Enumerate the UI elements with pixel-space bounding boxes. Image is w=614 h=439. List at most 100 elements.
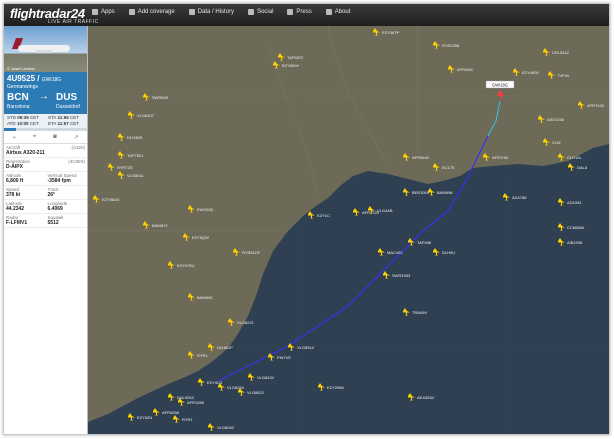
aircraft-type-code: (A320): [71, 145, 85, 150]
flight-times: STD 09:35 CET ATD 10:00 CET STA 11:55 CE…: [4, 114, 87, 128]
nav-label: Social: [257, 9, 274, 15]
aircraft-callsign: DLH9U: [442, 250, 455, 255]
thumbs-up-icon: [248, 9, 255, 15]
nav-label: About: [334, 9, 351, 15]
aircraft-callsign: AFR7426: [587, 103, 605, 108]
aircraft-callsign: BAW96C: [197, 295, 213, 300]
aircraft-photo[interactable]: © Josef Lindner: [4, 26, 87, 72]
megaphone-icon: [287, 9, 294, 15]
aircraft-callsign: EZY2986: [327, 385, 344, 390]
radar-value: F-LFMV1: [6, 220, 28, 226]
aircraft-callsign: VLG8011: [127, 173, 144, 178]
atd-tz: CET: [29, 121, 39, 126]
flight-callsign: GWI18G: [41, 77, 62, 83]
aircraft-callsign: CLH10L: [567, 155, 582, 160]
aircraft-callsign: EZY4C3: [207, 380, 223, 385]
sidebar-toolbar: ⌁ ⌖ ◙ ↗: [4, 131, 87, 144]
brand-tagline: LIVE AIR TRAFFIC: [48, 19, 99, 25]
aircraft-callsign: RYR7ZS: [117, 165, 133, 170]
route-icon[interactable]: ⌁: [12, 134, 16, 141]
aircraft-callsign: AFR9640: [412, 155, 430, 160]
sta-label: STA: [48, 115, 57, 120]
aircraft-callsign: AFR1058: [187, 400, 205, 405]
origin-name: Barcelona: [7, 104, 30, 110]
nav-apps[interactable]: Apps: [92, 9, 115, 15]
nav-label: Apps: [101, 9, 115, 15]
longitude-cell: Longitude 6.4069: [46, 200, 88, 213]
nav-add-coverage[interactable]: Add coverage: [128, 9, 175, 15]
squawk-cell: Squawk 5512: [46, 214, 88, 227]
destination-code[interactable]: DUS: [56, 92, 77, 103]
aircraft-callsign: EZY36TP: [382, 30, 400, 35]
vspeed-cell: Vertical Speed -3584 fpm: [46, 172, 88, 185]
app-window: flightradar24 LIVE AIR TRAFFIC Apps Add …: [3, 3, 610, 435]
longitude-value: 6.4069: [47, 206, 63, 212]
eta-time: 11:57: [57, 121, 69, 126]
aircraft-callsign: CCM56W: [567, 225, 585, 230]
aircraft-callsign: AIB1098: [567, 240, 583, 245]
aircraft-callsign: DLH6UP: [217, 345, 233, 350]
brand-logo[interactable]: flightradar24 LIVE AIR TRAFFIC: [10, 6, 99, 25]
nav-label: Press: [296, 9, 312, 15]
crosshair-icon[interactable]: ⌖: [33, 134, 36, 141]
flight-sidebar: © Josef Lindner 4U9525 / GWI18G Germanwi…: [4, 26, 88, 434]
phone-icon: [92, 9, 98, 15]
nav-label: Add coverage: [137, 9, 175, 15]
nav-press[interactable]: Press: [287, 9, 312, 15]
aircraft-callsign: DAL8: [577, 165, 588, 170]
nav-about[interactable]: About: [325, 9, 351, 15]
aircraft-callsign: VLG8434: [257, 375, 275, 380]
aircraft-callsign: VLG5514: [297, 345, 315, 350]
eta-tz: CET: [69, 121, 79, 126]
info-icon: [325, 9, 332, 15]
nav-social[interactable]: Social: [248, 9, 273, 15]
aircraft-callsign: EZY1C: [317, 213, 330, 218]
camera-icon[interactable]: ◙: [53, 134, 57, 140]
map-canvas[interactable]: EZY36TP RYR2358 TAP5572 EZY8904 AFR2MC CRL541…: [88, 26, 609, 434]
track-cell: Track 26°: [46, 186, 88, 199]
aircraft-value: Airbus A320-211: [6, 150, 45, 156]
registration-code: (3C8E9): [68, 159, 85, 164]
photo-credit: © Josef Lindner: [7, 66, 36, 71]
top-bar: flightradar24 LIVE AIR TRAFFIC Apps Add …: [4, 4, 609, 26]
flight-details: Aircraft (A320) Airbus A320-211 Registra…: [4, 144, 87, 228]
aircraft-callsign: VLG4AB: [377, 208, 393, 213]
altitude-value: 6,800 ft: [6, 178, 24, 184]
aircraft-callsign: TRA069: [412, 310, 427, 315]
selected-aircraft-label: GWI18G: [492, 83, 508, 88]
track-value: 26°: [47, 192, 56, 198]
aircraft-callsign: VLG8264: [227, 385, 245, 390]
registration-cell: Registration (3C8E9) D-AIPX: [4, 158, 87, 171]
std-tz: CET: [30, 115, 40, 120]
aircraft-callsign: EZY5QW: [192, 235, 209, 240]
aircraft-callsign: EWG6IQ: [197, 207, 213, 212]
aircraft-callsign: VLG8622: [247, 390, 265, 395]
aircraft-callsign: EZY8904: [282, 63, 299, 68]
vspeed-value: -3584 fpm: [47, 178, 71, 184]
origin-code[interactable]: BCN: [7, 92, 29, 103]
aircraft-callsign: AFR2MC: [457, 67, 474, 72]
aircraft-body: [18, 45, 70, 53]
aircraft-callsign: AEE1036: [547, 117, 565, 122]
speed-cell: Speed 378 kt: [4, 186, 46, 199]
aircraft-callsign: BAW872: [152, 223, 168, 228]
atd-time: 10:00: [16, 121, 29, 126]
aircraft-callsign: DLH36R: [127, 135, 142, 140]
flight-header: 4U9525 / GWI18G Germanwings BCN → DUS Ba…: [4, 72, 87, 114]
aircraft-callsign: CLM: [552, 140, 560, 145]
sta-time: 11:55: [57, 115, 69, 120]
aircraft-callsign: BAW996: [437, 190, 453, 195]
aircraft-callsign: BER3000: [412, 190, 430, 195]
share-icon[interactable]: ↗: [74, 134, 79, 141]
aircraft-callsign: AZA334: [567, 200, 582, 205]
aircraft-callsign: EZY475U: [177, 263, 194, 268]
speed-value: 378 kt: [6, 192, 21, 198]
aircraft-callsign: TAP5572: [287, 55, 304, 60]
nav-data-history[interactable]: Data / History: [188, 9, 234, 15]
aircraft-callsign: TAP496: [417, 240, 432, 245]
aircraft-callsign: EZY4800: [522, 70, 539, 75]
main-nav: Apps Add coverage Data / History Social …: [92, 9, 350, 15]
airline-name: Germanwings: [7, 84, 38, 90]
flight-map[interactable]: EZY36TP RYR2358 TAP5572 EZY8904 AFR2MC CRL541…: [88, 26, 609, 434]
aircraft-callsign: AEA3534: [417, 395, 435, 400]
